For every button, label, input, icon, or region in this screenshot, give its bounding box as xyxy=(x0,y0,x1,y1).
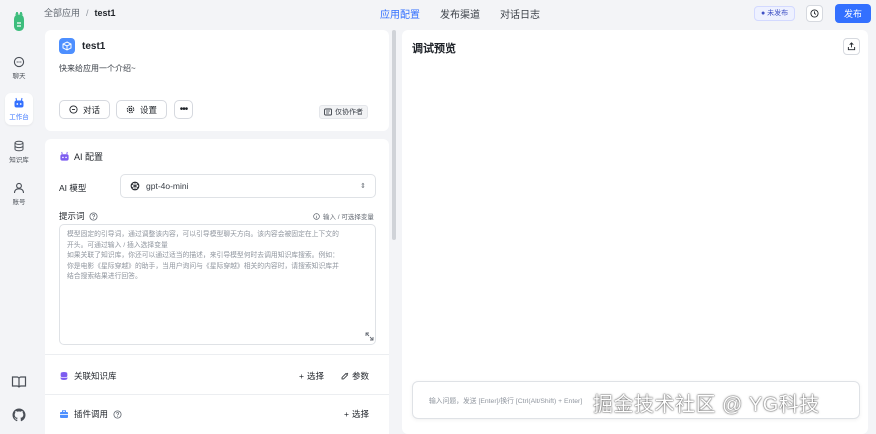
help-icon[interactable] xyxy=(113,409,122,419)
rail-item-knowledge[interactable]: 知识库 xyxy=(5,136,33,168)
clock-icon xyxy=(810,9,819,18)
tab-app-config[interactable]: 应用配置 xyxy=(380,6,420,21)
help-icon[interactable] xyxy=(89,211,98,221)
prompt-placeholder-line: 你是电影《星际穿越》的助手，当用户询问与《星际穿越》相关的内容时，请搜索知识库并 xyxy=(67,262,339,270)
app-logo-icon[interactable] xyxy=(11,12,27,32)
knowledge-base-title: 关联知识库 xyxy=(59,370,117,382)
preview-title: 调试预览 xyxy=(412,43,456,55)
publish-button[interactable]: 发布 xyxy=(835,4,871,23)
chevron-up-down-icon: ⇕ xyxy=(360,183,366,190)
app-info-card: test1 快来给应用一个介绍~ 对话 设置 ••• 仅协作者 xyxy=(45,30,389,131)
model-label: AI 模型 xyxy=(59,183,87,193)
settings-button[interactable]: 设置 xyxy=(116,100,168,119)
ai-config-title-text: AI 配置 xyxy=(74,152,104,162)
rail-item-label: 工作台 xyxy=(9,114,29,121)
settings-button-label: 设置 xyxy=(140,104,158,115)
rail-item-label: 知识库 xyxy=(9,157,29,164)
rail-item-label: 账号 xyxy=(12,199,26,206)
ai-config-card: AI 配置 AI 模型 gpt-4o-mini ⇕ 提示词 输入 / 可选择变量… xyxy=(45,139,389,434)
prompt-placeholder-line: 开头。可通过输入 / 插入选择变量 xyxy=(67,241,168,249)
prompt-placeholder-line: 模型固定的引导词，通过调整该内容，可以引导模型聊天方向。该内容会被固定在上下文的 xyxy=(67,231,339,238)
chat-icon xyxy=(13,56,25,68)
chat-button-label: 对话 xyxy=(83,104,101,115)
rail-item-workbench[interactable]: 工作台 xyxy=(5,93,33,125)
kb-select-label: 选择 xyxy=(306,371,324,381)
chat-button[interactable]: 对话 xyxy=(59,100,111,119)
github-icon[interactable] xyxy=(11,407,27,423)
ai-config-title: AI 配置 xyxy=(59,150,103,163)
tab-publish-channel[interactable]: 发布渠道 xyxy=(440,6,480,21)
id-card-icon xyxy=(324,108,332,116)
cube-icon xyxy=(62,41,72,51)
tab-chat-logs[interactable]: 对话日志 xyxy=(500,6,540,21)
prompt-placeholder-line: 结合搜索结果进行回答。 xyxy=(67,273,142,280)
robot-icon xyxy=(60,151,69,161)
section-divider xyxy=(45,394,389,395)
plugin-title: 插件调用 xyxy=(59,408,122,420)
breadcrumb-separator: / xyxy=(86,8,89,18)
kb-params-button[interactable]: 参数 xyxy=(341,370,369,382)
rail-item-account[interactable]: 账号 xyxy=(5,178,33,210)
plugin-select-button[interactable]: + 选择 xyxy=(344,408,369,420)
collaborator-badge[interactable]: 仅协作者 xyxy=(319,105,368,119)
chat-icon xyxy=(69,105,78,114)
gear-icon xyxy=(126,105,135,114)
prompt-label: 提示词 xyxy=(59,210,98,222)
variable-hint-text: 输入 / 可选择变量 xyxy=(323,214,374,221)
history-button[interactable] xyxy=(806,5,823,22)
debug-preview-panel: 调试预览 输入问题，发送 [Enter]/换行 [Ctrl(Alt/Shift)… xyxy=(402,30,868,434)
left-rail: 聊天 工作台 知识库 账号 xyxy=(0,0,38,434)
toolbox-icon xyxy=(60,410,68,418)
breadcrumb: 全部应用 / test1 xyxy=(44,6,116,19)
model-select[interactable]: gpt-4o-mini ⇕ xyxy=(120,174,376,198)
info-icon xyxy=(313,212,320,220)
section-divider xyxy=(45,354,389,355)
openai-icon xyxy=(130,181,140,191)
prompt-placeholder-line: 如果关联了知识库，你还可以通过适当的描述，来引导模型何时去调用知识库搜索。例如： xyxy=(67,252,339,259)
expand-icon[interactable] xyxy=(365,332,374,341)
top-bar: 全部应用 / test1 应用配置 发布渠道 对话日志 ● 未发布 发布 xyxy=(38,0,876,27)
knowledge-base-title-text: 关联知识库 xyxy=(74,371,117,381)
app-name: test1 xyxy=(82,41,106,52)
rail-item-label: 聊天 xyxy=(12,73,26,80)
status-badge: ● 未发布 xyxy=(754,6,796,21)
plugin-title-text: 插件调用 xyxy=(74,409,109,419)
database-icon xyxy=(60,372,68,380)
export-button[interactable] xyxy=(843,38,860,55)
kb-select-button[interactable]: + 选择 xyxy=(299,370,324,382)
user-icon xyxy=(13,182,25,194)
rail-item-chat[interactable]: 聊天 xyxy=(5,52,33,84)
prompt-label-text: 提示词 xyxy=(59,211,85,221)
chat-input-placeholder: 输入问题，发送 [Enter]/换行 [Ctrl(Alt/Shift) + En… xyxy=(429,398,583,405)
app-description[interactable]: 快来给应用一个介绍~ xyxy=(59,63,136,74)
edit-icon xyxy=(341,372,349,380)
prompt-textarea[interactable]: 模型固定的引导词，通过调整该内容，可以引导模型聊天方向。该内容会被固定在上下文的… xyxy=(59,224,376,345)
variable-hint: 输入 / 可选择变量 xyxy=(313,211,374,221)
database-icon xyxy=(14,140,24,152)
breadcrumb-root[interactable]: 全部应用 xyxy=(44,8,80,18)
robot-icon xyxy=(14,97,24,108)
breadcrumb-current: test1 xyxy=(94,8,116,18)
app-avatar xyxy=(59,38,75,54)
model-select-value: gpt-4o-mini xyxy=(146,181,189,191)
left-scrollbar-thumb[interactable] xyxy=(392,30,396,240)
kb-params-label: 参数 xyxy=(352,371,370,381)
export-icon xyxy=(847,42,856,51)
main-tabs: 应用配置 发布渠道 对话日志 xyxy=(380,6,540,21)
watermark: 掘金技术社区 @ YG科技 xyxy=(593,394,820,416)
collaborator-badge-label: 仅协作者 xyxy=(335,109,363,116)
plus-icon: + xyxy=(299,371,304,381)
plus-icon: + xyxy=(344,409,349,419)
plugin-select-label: 选择 xyxy=(351,409,369,419)
docs-book-icon[interactable] xyxy=(11,374,27,390)
more-button[interactable]: ••• xyxy=(174,100,193,119)
